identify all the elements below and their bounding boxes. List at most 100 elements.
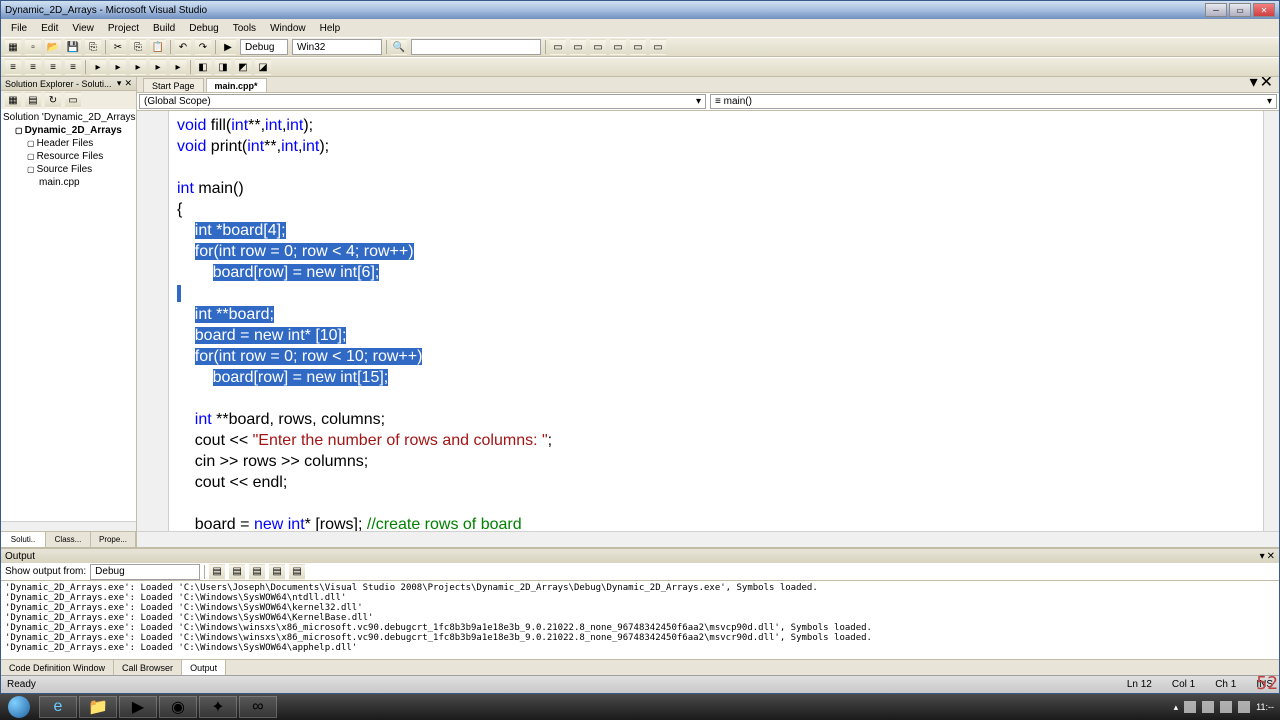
output-close-icon[interactable]: ✕: [1267, 551, 1275, 562]
sidebar-tab[interactable]: Class...: [46, 532, 91, 547]
tabstrip-close-icon[interactable]: ✕: [1260, 77, 1273, 92]
minimize-button[interactable]: ─: [1205, 3, 1227, 17]
sidebar-tab[interactable]: Prope...: [91, 532, 136, 547]
tray-clock[interactable]: 11:--: [1256, 702, 1274, 712]
outdent-icon[interactable]: ≡: [25, 59, 41, 75]
menu-tools[interactable]: Tools: [227, 22, 262, 35]
start-button[interactable]: [0, 694, 38, 720]
indent-icon[interactable]: ≡: [5, 59, 21, 75]
start-debug-icon[interactable]: ▶: [220, 39, 236, 55]
output-text[interactable]: 'Dynamic_2D_Arrays.exe': Loaded 'C:\User…: [1, 581, 1279, 659]
sidebar-dropdown-icon[interactable]: ▾: [117, 78, 122, 89]
menu-edit[interactable]: Edit: [35, 22, 64, 35]
sidebar-hscroll[interactable]: [1, 521, 136, 531]
maximize-button[interactable]: ▭: [1229, 3, 1251, 17]
bookmark-icon[interactable]: ▸: [170, 59, 186, 75]
code-icon[interactable]: ▭: [65, 92, 81, 108]
refresh-icon[interactable]: ↻: [45, 92, 61, 108]
tree-item[interactable]: Solution 'Dynamic_2D_Arrays' (1: [3, 111, 134, 124]
platform-combo[interactable]: Win32: [292, 39, 382, 55]
bookmark-icon[interactable]: ▸: [110, 59, 126, 75]
comment-icon[interactable]: ≡: [45, 59, 61, 75]
tree-item[interactable]: ▢ Resource Files: [3, 150, 134, 163]
taskbar-explorer-icon[interactable]: 📁: [79, 696, 117, 718]
sidebar-header[interactable]: Solution Explorer - Soluti... ▾ ✕: [1, 77, 136, 91]
gutter[interactable]: [137, 111, 169, 531]
scope-combo-right[interactable]: ≡ main()▾: [710, 94, 1277, 109]
menu-window[interactable]: Window: [264, 22, 312, 35]
show-all-icon[interactable]: ▤: [25, 92, 41, 108]
window-icon[interactable]: ▭: [650, 39, 666, 55]
tree-item[interactable]: main.cpp: [3, 176, 134, 189]
window-icon[interactable]: ▭: [630, 39, 646, 55]
window-icon[interactable]: ▭: [610, 39, 626, 55]
window-icon[interactable]: ▭: [550, 39, 566, 55]
taskbar[interactable]: e 📁 ▶ ◉ ✦ ∞ ▴ 11:--: [0, 694, 1280, 720]
taskbar-app-icon[interactable]: ✦: [199, 696, 237, 718]
scope-combo-left[interactable]: (Global Scope)▾: [139, 94, 706, 109]
copy-icon[interactable]: ⎘: [130, 39, 146, 55]
editor-tab[interactable]: Start Page: [143, 78, 204, 92]
window-icon[interactable]: ▭: [590, 39, 606, 55]
output-from-combo[interactable]: Debug: [90, 564, 200, 580]
misc-icon[interactable]: ◪: [255, 59, 271, 75]
tabstrip-dropdown-icon[interactable]: ▾: [1250, 77, 1258, 92]
taskbar-media-icon[interactable]: ▶: [119, 696, 157, 718]
bookmark-icon[interactable]: ▸: [150, 59, 166, 75]
tray-volume-icon[interactable]: [1220, 701, 1232, 713]
editor-tab[interactable]: main.cpp*: [206, 78, 267, 92]
sidebar-tab[interactable]: Soluti..: [1, 532, 46, 547]
tray-chevron-icon[interactable]: ▴: [1174, 702, 1179, 713]
taskbar-vs-icon[interactable]: ∞: [239, 696, 277, 718]
output-tool-icon[interactable]: ▤: [229, 564, 245, 580]
output-header[interactable]: Output ▾ ✕: [1, 549, 1279, 563]
window-icon[interactable]: ▭: [570, 39, 586, 55]
close-button[interactable]: ✕: [1253, 3, 1275, 17]
uncomment-icon[interactable]: ≡: [65, 59, 81, 75]
misc-icon[interactable]: ◧: [195, 59, 211, 75]
tree-item[interactable]: ▢ Header Files: [3, 137, 134, 150]
tree-item[interactable]: ▢ Source Files: [3, 163, 134, 176]
taskbar-chrome-icon[interactable]: ◉: [159, 696, 197, 718]
output-tool-icon[interactable]: ▤: [289, 564, 305, 580]
menu-file[interactable]: File: [5, 22, 33, 35]
find-icon[interactable]: 🔍: [391, 39, 407, 55]
system-tray[interactable]: ▴ 11:--: [1168, 701, 1280, 713]
menu-debug[interactable]: Debug: [183, 22, 224, 35]
menu-build[interactable]: Build: [147, 22, 181, 35]
bookmark-icon[interactable]: ▸: [90, 59, 106, 75]
sidebar-close-icon[interactable]: ✕: [124, 78, 132, 89]
properties-icon[interactable]: ▦: [5, 92, 21, 108]
horizontal-scrollbar[interactable]: [137, 531, 1279, 547]
paste-icon[interactable]: 📋: [150, 39, 166, 55]
tray-network-icon[interactable]: [1202, 701, 1214, 713]
cut-icon[interactable]: ✂: [110, 39, 126, 55]
save-icon[interactable]: 💾: [65, 39, 81, 55]
output-tab[interactable]: Code Definition Window: [1, 660, 114, 675]
open-icon[interactable]: 📂: [45, 39, 61, 55]
titlebar[interactable]: Dynamic_2D_Arrays - Microsoft Visual Stu…: [1, 1, 1279, 19]
redo-icon[interactable]: ↷: [195, 39, 211, 55]
vertical-scrollbar[interactable]: [1263, 111, 1279, 531]
new-project-icon[interactable]: ▦: [5, 39, 21, 55]
output-dropdown-icon[interactable]: ▾: [1260, 551, 1265, 562]
output-tab[interactable]: Call Browser: [114, 660, 182, 675]
menu-view[interactable]: View: [66, 22, 100, 35]
undo-icon[interactable]: ↶: [175, 39, 191, 55]
menu-help[interactable]: Help: [314, 22, 347, 35]
output-tool-icon[interactable]: ▤: [269, 564, 285, 580]
output-tool-icon[interactable]: ▤: [249, 564, 265, 580]
find-combo[interactable]: [411, 39, 541, 55]
tree-item[interactable]: ▢ Dynamic_2D_Arrays: [3, 124, 134, 137]
output-tab[interactable]: Output: [182, 660, 226, 675]
misc-icon[interactable]: ◨: [215, 59, 231, 75]
config-combo[interactable]: Debug: [240, 39, 288, 55]
add-item-icon[interactable]: ▫: [25, 39, 41, 55]
bookmark-icon[interactable]: ▸: [130, 59, 146, 75]
tray-power-icon[interactable]: [1238, 701, 1250, 713]
solution-tree[interactable]: Solution 'Dynamic_2D_Arrays' (1▢ Dynamic…: [1, 109, 136, 521]
code-editor[interactable]: void fill(int**,int,int);void print(int*…: [169, 111, 1263, 531]
menu-project[interactable]: Project: [102, 22, 145, 35]
output-tool-icon[interactable]: ▤: [209, 564, 225, 580]
tray-flag-icon[interactable]: [1184, 701, 1196, 713]
